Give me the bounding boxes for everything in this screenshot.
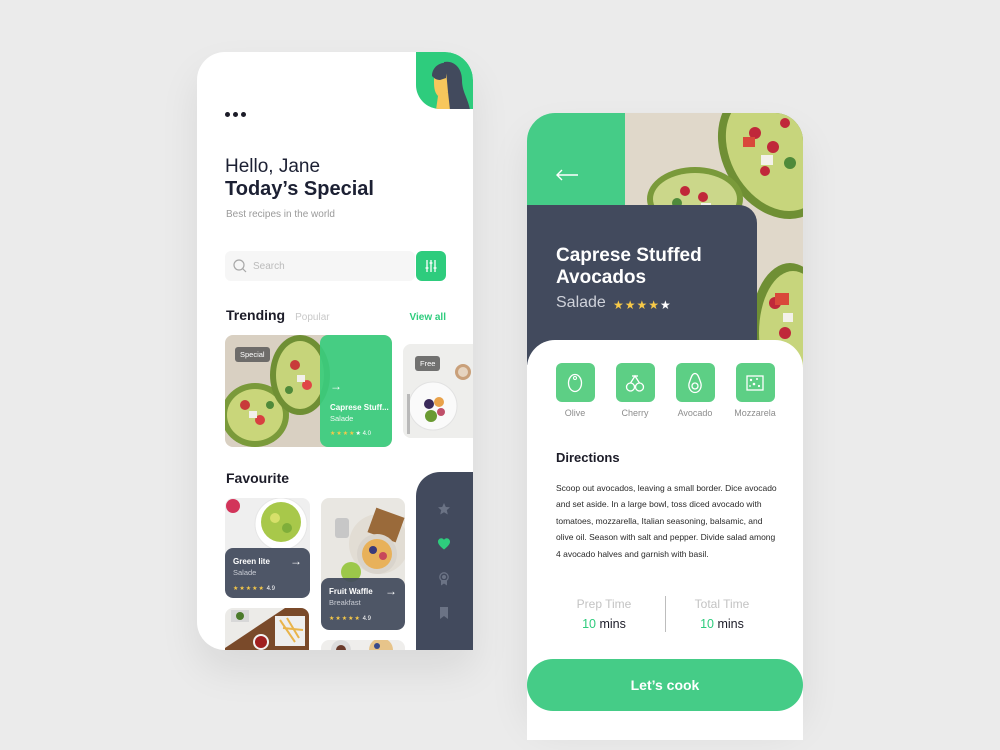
ingredient-olive[interactable]: Olive <box>545 363 605 418</box>
tagline: Best recipes in the world <box>226 209 335 220</box>
prep-time-unit: mins <box>599 617 626 631</box>
search-input[interactable] <box>253 260 403 272</box>
tab-popular[interactable]: Popular <box>295 312 329 323</box>
recipe-title: Caprese Stuffed Avocados <box>556 245 702 288</box>
prep-time: Prep Time 10 mins <box>559 597 649 631</box>
search-bar[interactable] <box>225 251 415 281</box>
ingredient-label: Mozzarela <box>734 408 776 418</box>
rating-value: 4.0 <box>362 431 371 437</box>
heart-icon[interactable] <box>437 537 451 551</box>
rating: ★★★★★ 4.9 <box>233 585 275 592</box>
recipe-category: Breakfast <box>329 598 361 607</box>
star-empty-icon: ★ <box>660 298 672 312</box>
sliders-icon <box>425 260 437 272</box>
total-time: Total Time 10 mins <box>677 597 767 631</box>
stars-icon: ★★★★★ <box>233 586 265 592</box>
view-all-link[interactable]: View all <box>409 312 446 323</box>
directions-text: Scoop out avocados, leaving a small bord… <box>556 483 777 559</box>
favourite-card-info: Green lite → Salade ★★★★★ 4.9 <box>225 548 310 598</box>
search-icon <box>233 259 247 273</box>
menu-dots-icon[interactable] <box>225 112 246 117</box>
back-arrow-icon[interactable] <box>555 168 579 182</box>
favourite-card[interactable] <box>225 608 309 650</box>
stars-icon: ★★★★★ <box>329 616 361 622</box>
prep-time-label: Prep Time <box>576 597 632 611</box>
favourite-card[interactable] <box>321 640 405 650</box>
rating-value: 4.9 <box>362 616 371 622</box>
user-avatar-icon <box>432 61 470 109</box>
favourite-card-info: Fruit Waffle → Breakfast ★★★★★ 4.9 <box>321 578 405 630</box>
bookmark-icon[interactable] <box>437 606 451 620</box>
avocado-icon <box>688 372 702 393</box>
trending-card-info: → Caprese Stuff... Salade ★★★★★ 4.0 <box>320 335 392 447</box>
directions-title: Directions <box>556 450 620 465</box>
recipe-category: Salade <box>233 568 257 577</box>
divider <box>665 596 666 632</box>
trending-header: Trending Popular View all <box>226 307 446 323</box>
rating: ★★★★★ 4.0 <box>330 430 371 437</box>
total-time-unit: mins <box>717 617 744 631</box>
recipe-name: Fruit Waffle <box>329 587 373 596</box>
star-empty-icon: ★ <box>355 431 361 437</box>
recipe-name: Green lite <box>233 557 270 566</box>
stars-icon: ★★★★ <box>330 431 356 437</box>
arrow-right-icon[interactable]: → <box>290 554 302 568</box>
rating: ★★★★★ 4.9 <box>329 615 371 622</box>
lets-cook-button[interactable]: Let’s cook <box>527 659 803 711</box>
recipe-name: Caprese Stuff... <box>330 403 389 412</box>
arrow-right-icon[interactable]: → <box>330 379 342 393</box>
favourite-card[interactable]: Fruit Waffle → Breakfast ★★★★★ 4.9 <box>321 498 405 630</box>
filter-button[interactable] <box>416 251 446 281</box>
award-icon[interactable] <box>437 572 451 586</box>
greeting: Hello, Jane <box>225 156 321 177</box>
olive-icon <box>567 373 583 392</box>
special-badge: Special <box>235 347 270 362</box>
burger-fries-image <box>225 608 309 650</box>
recipe-category: Salade <box>556 294 606 311</box>
rating-stars: ★★★★★ <box>613 298 672 312</box>
food-image <box>321 640 405 650</box>
ingredient-avocado[interactable]: Avocado <box>665 363 725 418</box>
ingredient-mozzarela[interactable]: Mozzarela <box>725 363 785 418</box>
ingredient-label: Olive <box>564 408 586 418</box>
favourite-title: Favourite <box>226 470 290 486</box>
side-nav <box>416 472 473 650</box>
page-title: Today’s Special <box>225 178 374 200</box>
home-screen: Hello, Jane Today’s Special Best recipes… <box>197 52 473 650</box>
rating-value: 4.9 <box>266 586 275 592</box>
ingredient-label: Avocado <box>677 408 713 418</box>
arrow-right-icon[interactable]: → <box>385 584 397 598</box>
tab-trending[interactable]: Trending <box>226 307 285 323</box>
trending-card[interactable]: Free <box>403 344 473 438</box>
ingredient-label: Cherry <box>621 408 649 418</box>
recipe-detail-screen: Caprese Stuffed Avocados Salade ★★★★★ Ol… <box>527 113 803 740</box>
favourite-card[interactable]: Green lite → Salade ★★★★★ 4.9 <box>225 498 310 598</box>
prep-time-value: 10 <box>582 617 596 631</box>
ingredient-cherry[interactable]: Cherry <box>605 363 665 418</box>
recipe-category: Salade <box>330 414 354 423</box>
total-time-label: Total Time <box>694 597 750 611</box>
avatar[interactable] <box>416 52 473 109</box>
total-time-value: 10 <box>700 617 714 631</box>
cheese-icon <box>746 374 764 391</box>
free-badge: Free <box>415 356 441 371</box>
cherry-icon <box>625 374 645 392</box>
star-icon[interactable] <box>437 502 451 516</box>
stars-icon: ★★★★ <box>613 298 661 312</box>
trending-card[interactable]: Special → Caprese Stuff... Salade ★★★★★ … <box>225 335 392 447</box>
